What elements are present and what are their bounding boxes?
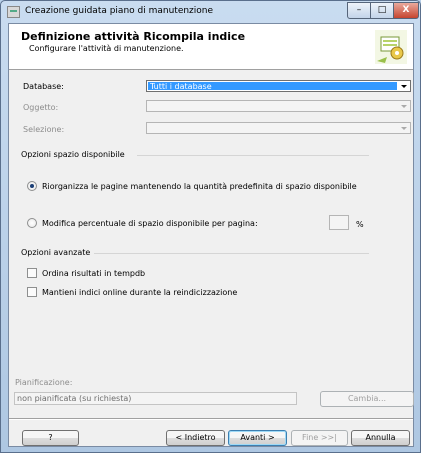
free-space-group-label: Opzioni spazio disponibile (21, 150, 125, 159)
advanced-group-label: Opzioni avanzate (21, 248, 91, 257)
wizard-header: Definizione attività Ricompila indice Co… (9, 24, 413, 70)
advanced-divider (94, 253, 369, 254)
selection-combobox[interactable] (146, 122, 411, 134)
percent-radio[interactable] (27, 218, 37, 228)
page-title: Definizione attività Ricompila indice (21, 30, 246, 43)
chevron-down-icon[interactable] (399, 102, 409, 110)
reorganize-option-label[interactable]: Riorganizza le pagine mantenendo la quan… (42, 182, 357, 191)
help-button[interactable]: ? (22, 430, 79, 446)
percent-option-label[interactable]: Modifica percentuale di spazio disponibi… (42, 219, 258, 228)
minimize-icon: – (356, 5, 362, 15)
online-indexes-label[interactable]: Mantieni indici online durante la reindi… (42, 288, 237, 297)
free-space-divider (137, 155, 369, 156)
wizard-client-area: Definizione attività Ricompila indice Co… (8, 23, 414, 447)
schedule-field[interactable]: non pianificata (su richiesta) (14, 392, 297, 405)
next-button[interactable]: Avanti > (228, 430, 287, 446)
sort-tempdb-label[interactable]: Ordina risultati in tempdb (42, 269, 145, 278)
close-icon: X (402, 5, 410, 15)
window-title: Creazione guidata piano di manutenzione (25, 6, 214, 16)
reorganize-radio[interactable] (27, 181, 37, 191)
back-button[interactable]: < Indietro (166, 430, 225, 446)
wizard-window: Creazione guidata piano di manutenzione … (0, 0, 421, 453)
database-selected-value: Tutti i database (148, 82, 397, 91)
minimize-button[interactable]: – (347, 2, 371, 19)
object-label: Oggetto: (23, 103, 59, 112)
finish-button[interactable]: Fine >>| (291, 430, 348, 446)
title-bar[interactable]: Creazione guidata piano di manutenzione … (1, 1, 420, 23)
maximize-button[interactable]: □ (370, 2, 394, 19)
sort-tempdb-checkbox[interactable] (27, 268, 37, 278)
cancel-button[interactable]: Annulla (351, 430, 410, 446)
database-combobox[interactable]: Tutti i database (146, 80, 411, 92)
maintenance-wizard-icon (375, 30, 407, 64)
object-combobox[interactable] (146, 100, 411, 112)
selection-label: Selezione: (23, 125, 65, 134)
object-selected-value (148, 102, 397, 110)
percent-spinbox[interactable] (329, 215, 349, 230)
footer-separator (9, 418, 413, 420)
chevron-down-icon[interactable] (399, 124, 409, 132)
page-subtitle: Configurare l'attività di manutenzione. (29, 44, 184, 53)
selection-selected-value (148, 124, 397, 132)
schedule-label: Pianificazione: (15, 378, 73, 387)
change-schedule-button[interactable]: Cambia... (320, 391, 414, 407)
percent-unit: % (356, 220, 364, 229)
online-indexes-checkbox[interactable] (27, 287, 37, 297)
app-icon (7, 6, 20, 18)
close-button[interactable]: X (393, 2, 419, 19)
chevron-down-icon[interactable] (399, 82, 409, 90)
maximize-icon: □ (377, 5, 387, 15)
database-label: Database: (23, 82, 64, 91)
